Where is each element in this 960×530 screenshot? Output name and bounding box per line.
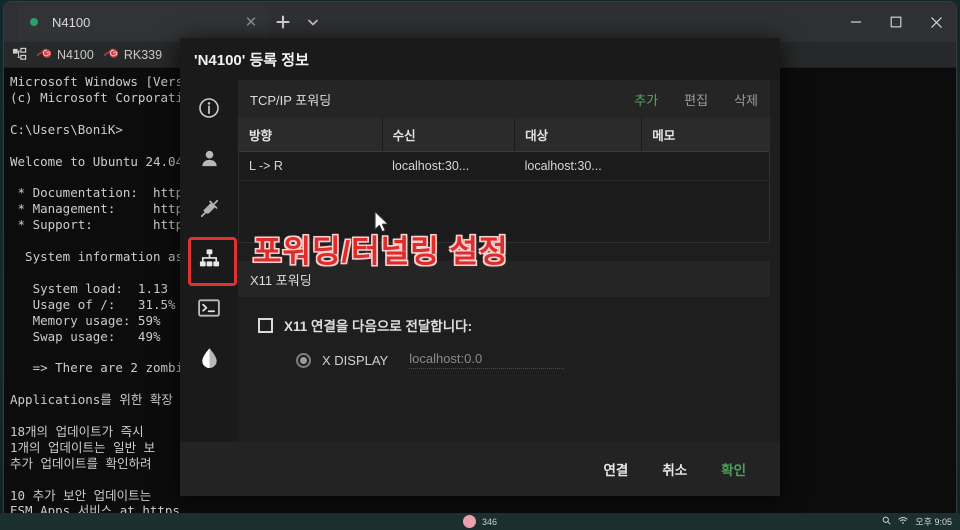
wifi-icon[interactable]	[898, 516, 909, 527]
taskbar: 346 오후 9:05	[0, 513, 960, 530]
taskbar-center-label: 346	[481, 516, 498, 527]
maximize-icon[interactable]	[876, 2, 916, 42]
dialog-title: 'N4100' 등록 정보	[180, 38, 780, 80]
delete-forwarding-button[interactable]: 삭제	[734, 90, 758, 109]
x11-section-title: X11 포워딩	[250, 272, 312, 288]
cell-target: localhost:30...	[514, 151, 642, 181]
taskbar-center[interactable]: 346	[462, 515, 498, 528]
session-label: RK339	[123, 47, 163, 62]
session-tree-icon[interactable]	[12, 47, 27, 62]
snail-icon	[37, 45, 52, 65]
confirm-button[interactable]: 확인	[721, 459, 746, 479]
screen: N4100 ✕ N4100 RK339 Microsoft Windows [V…	[0, 0, 960, 530]
connect-button[interactable]: 연결	[603, 459, 628, 479]
tab-status-dot	[30, 18, 38, 26]
taskbar-tray: 오후 9:05	[882, 515, 952, 528]
column-memo[interactable]: 메모	[641, 118, 769, 152]
add-forwarding-button[interactable]: 추가	[634, 90, 658, 109]
close-icon[interactable]	[916, 2, 956, 42]
sidebar-item-info[interactable]	[188, 90, 230, 126]
cell-memo	[641, 151, 769, 181]
info-icon	[198, 97, 220, 119]
snail-icon	[104, 45, 119, 65]
tcpip-section-header: TCP/IP 포워딩 추가 편집 삭제	[238, 80, 770, 118]
tab-close-icon[interactable]: ✕	[242, 15, 260, 30]
x11-section-body: X11 연결을 다음으로 전달합니다: X DISPLAY localhost:…	[238, 297, 770, 442]
x-display-radio-row[interactable]: X DISPLAY localhost:0.0	[296, 351, 770, 369]
column-listen[interactable]: 수신	[382, 118, 516, 152]
window-controls	[836, 2, 956, 42]
dialog-content: TCP/IP 포워딩 추가 편집 삭제 방향 수신 대상 메모 L -> R l…	[238, 80, 780, 442]
table-row[interactable]: L -> R localhost:30... localhost:30...	[239, 151, 769, 181]
tab-label: N4100	[52, 14, 91, 30]
table-header-row: 방향 수신 대상 메모	[239, 118, 769, 152]
cancel-button[interactable]: 취소	[662, 459, 687, 479]
minimize-icon[interactable]	[836, 2, 876, 42]
x11-section-header: X11 포워딩	[238, 261, 770, 297]
search-icon[interactable]	[882, 516, 891, 527]
cell-listen: localhost:30...	[382, 151, 515, 181]
tab-strip: N4100 ✕	[4, 2, 328, 42]
x11-forward-checkbox[interactable]	[258, 317, 273, 333]
properties-dialog: 'N4100' 등록 정보 TCP/IP 포워딩 추가 편집 삭제 방향 수신 …	[180, 38, 780, 496]
taskbar-app-icon[interactable]	[462, 515, 476, 528]
contrast-icon	[199, 347, 220, 369]
new-tab-icon[interactable]	[268, 6, 298, 39]
cell-direction: L -> R	[239, 151, 383, 181]
x11-forward-checkbox-row[interactable]: X11 연결을 다음으로 전달합니다:	[258, 315, 770, 335]
forwarding-table-wrapper[interactable]: 방향 수신 대상 메모 L -> R localhost:30... local…	[238, 118, 770, 243]
forwarding-table: 방향 수신 대상 메모 L -> R localhost:30... local…	[239, 118, 769, 181]
dialog-body: TCP/IP 포워딩 추가 편집 삭제 방향 수신 대상 메모 L -> R l…	[180, 80, 780, 442]
x-display-label: X DISPLAY	[322, 352, 389, 368]
x11-forward-label: X11 연결을 다음으로 전달합니다:	[284, 319, 473, 334]
clock[interactable]: 오후 9:05	[915, 515, 952, 528]
column-target[interactable]: 대상	[514, 118, 643, 152]
terminal-icon	[198, 298, 220, 318]
dialog-footer: 연결 취소 확인	[180, 442, 780, 496]
session-item-rk339[interactable]: RK339	[104, 45, 162, 65]
sidebar-item-forwarding[interactable]	[188, 237, 237, 286]
tab-menu-chevron-down-icon[interactable]	[298, 6, 328, 39]
x-display-input[interactable]: localhost:0.0	[409, 351, 565, 369]
dialog-sidebar	[180, 80, 238, 442]
sidebar-item-terminal[interactable]	[188, 290, 230, 326]
plug-icon	[198, 197, 221, 220]
network-icon	[198, 247, 221, 270]
window-titlebar: N4100 ✕	[4, 2, 956, 42]
sidebar-item-appearance[interactable]	[188, 340, 230, 376]
session-label: N4100	[57, 47, 94, 62]
x-display-radio[interactable]	[296, 352, 311, 368]
tcpip-section-title: TCP/IP 포워딩	[250, 92, 332, 108]
sidebar-item-user[interactable]	[188, 140, 230, 176]
session-item-n4100[interactable]: N4100	[37, 45, 94, 65]
column-direction[interactable]: 방향	[239, 118, 383, 152]
sidebar-item-connection[interactable]	[188, 190, 230, 226]
user-icon	[199, 148, 220, 169]
tab-n4100[interactable]: N4100 ✕	[18, 5, 268, 39]
edit-forwarding-button[interactable]: 편집	[684, 90, 708, 109]
